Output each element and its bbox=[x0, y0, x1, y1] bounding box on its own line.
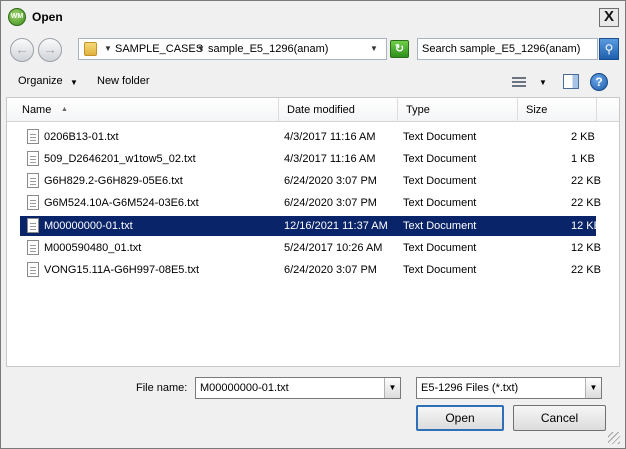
file-list[interactable]: Name ▲ Date modified Type Size 0206B13-0… bbox=[6, 97, 620, 367]
breadcrumb-sample-cases[interactable]: SAMPLE_CASES bbox=[115, 43, 203, 55]
organize-button[interactable]: Organize bbox=[18, 75, 63, 87]
text-file-icon bbox=[27, 262, 39, 277]
app-icon: WM bbox=[8, 8, 26, 26]
view-options-icon[interactable] bbox=[511, 75, 527, 89]
file-date: 6/24/2020 3:07 PM bbox=[284, 175, 377, 187]
file-size: 1 KB bbox=[571, 153, 595, 165]
text-file-icon bbox=[27, 151, 39, 166]
text-file-icon bbox=[27, 173, 39, 188]
text-file-icon bbox=[27, 195, 39, 210]
refresh-button[interactable]: ↻ bbox=[390, 40, 409, 58]
back-button[interactable]: ← bbox=[10, 38, 34, 62]
column-header-type[interactable]: Type bbox=[398, 98, 518, 122]
file-date: 6/24/2020 3:07 PM bbox=[284, 264, 377, 276]
chevron-down-icon[interactable]: ▼ bbox=[585, 378, 601, 398]
command-toolbar: Organize ▼ New folder ▼ ? bbox=[1, 67, 625, 97]
file-type-select[interactable]: E5-1296 Files (*.txt) ▼ bbox=[416, 377, 602, 399]
file-type: Text Document bbox=[403, 264, 477, 276]
cancel-button[interactable]: Cancel bbox=[513, 405, 606, 431]
open-dialog: WM Open X ← → ▼ SAMPLE_CASES ▼ sample_E5… bbox=[0, 0, 626, 449]
chevron-down-icon[interactable]: ▼ bbox=[384, 378, 400, 398]
file-type: Text Document bbox=[403, 153, 477, 165]
column-header-size[interactable]: Size bbox=[518, 98, 597, 122]
navigation-bar: ← → ▼ SAMPLE_CASES ▼ sample_E5_1296(anam… bbox=[1, 33, 625, 67]
file-date: 6/24/2020 3:07 PM bbox=[284, 197, 377, 209]
file-row[interactable]: G6M524.10A-G6M524-03E6.txt 6/24/2020 3:0… bbox=[20, 193, 601, 213]
file-row-selected[interactable]: M00000000-01.txt 12/16/2021 11:37 AM Tex… bbox=[20, 216, 601, 236]
file-size: 2 KB bbox=[571, 131, 595, 143]
file-type: Text Document bbox=[403, 197, 477, 209]
title-bar: WM Open X bbox=[1, 1, 625, 33]
file-date: 4/3/2017 11:16 AM bbox=[284, 131, 376, 143]
preview-pane-icon[interactable] bbox=[563, 74, 579, 89]
resize-grip-icon[interactable] bbox=[608, 432, 620, 444]
file-date: 4/3/2017 11:16 AM bbox=[284, 153, 376, 165]
column-header-label: Name bbox=[22, 104, 52, 116]
column-header-name[interactable]: Name ▲ bbox=[14, 98, 279, 122]
file-row[interactable]: 509_D2646201_w1tow5_02.txt 4/3/2017 11:1… bbox=[20, 149, 596, 169]
file-name: VONG15.11A-G6H997-08E5.txt bbox=[44, 264, 200, 276]
file-size: 12 KB bbox=[571, 220, 601, 232]
file-name: M000590480_01.txt bbox=[44, 242, 142, 254]
file-size: 22 KB bbox=[571, 264, 601, 276]
file-name-label: File name: bbox=[136, 382, 188, 394]
file-size: 22 KB bbox=[571, 197, 601, 209]
file-name-input[interactable]: M00000000-01.txt bbox=[200, 382, 289, 394]
list-header: Name ▲ Date modified Type Size bbox=[7, 98, 619, 122]
file-row[interactable]: VONG15.11A-G6H997-08E5.txt 6/24/2020 3:0… bbox=[20, 260, 601, 280]
file-type-value: E5-1296 Files (*.txt) bbox=[421, 382, 519, 394]
file-name: 509_D2646201_w1tow5_02.txt bbox=[44, 153, 196, 165]
column-header-date[interactable]: Date modified bbox=[279, 98, 398, 122]
file-name: G6H829.2-G6H829-05E6.txt bbox=[44, 175, 183, 187]
file-type: Text Document bbox=[403, 175, 477, 187]
new-folder-button[interactable]: New folder bbox=[97, 75, 150, 87]
file-date: 5/24/2017 10:26 AM bbox=[284, 242, 383, 254]
close-button[interactable]: X bbox=[599, 8, 619, 27]
breadcrumb-current-folder[interactable]: sample_E5_1296(anam) bbox=[208, 43, 328, 55]
sort-ascending-icon: ▲ bbox=[61, 106, 68, 113]
file-type: Text Document bbox=[403, 220, 477, 232]
breadcrumb-chevron-icon[interactable]: ▼ bbox=[197, 44, 205, 53]
file-name: G6M524.10A-G6M524-03E6.txt bbox=[44, 197, 199, 209]
file-name-combobox[interactable]: M00000000-01.txt ▼ bbox=[195, 377, 401, 399]
file-name: M00000000-01.txt bbox=[44, 220, 133, 232]
help-icon[interactable]: ? bbox=[590, 73, 608, 91]
text-file-icon bbox=[27, 240, 39, 255]
text-file-icon bbox=[27, 218, 39, 233]
organize-dropdown-icon[interactable]: ▼ bbox=[70, 78, 78, 87]
file-row[interactable]: G6H829.2-G6H829-05E6.txt 6/24/2020 3:07 … bbox=[20, 171, 601, 191]
file-name: 0206B13-01.txt bbox=[44, 131, 119, 143]
file-type: Text Document bbox=[403, 131, 477, 143]
text-file-icon bbox=[27, 129, 39, 144]
file-date: 12/16/2021 11:37 AM bbox=[284, 220, 388, 232]
address-bar[interactable]: ▼ SAMPLE_CASES ▼ sample_E5_1296(anam) ▼ bbox=[78, 38, 387, 60]
file-size: 12 KB bbox=[571, 242, 601, 254]
breadcrumb-chevron-icon[interactable]: ▼ bbox=[104, 44, 112, 53]
file-row[interactable]: M000590480_01.txt 5/24/2017 10:26 AM Tex… bbox=[20, 238, 601, 258]
file-row[interactable]: 0206B13-01.txt 4/3/2017 11:16 AM Text Do… bbox=[20, 127, 596, 147]
folder-icon bbox=[84, 42, 97, 56]
address-dropdown-icon[interactable]: ▼ bbox=[370, 44, 378, 53]
file-type: Text Document bbox=[403, 242, 477, 254]
open-button[interactable]: Open bbox=[416, 405, 504, 431]
view-dropdown-icon[interactable]: ▼ bbox=[539, 78, 547, 87]
file-size: 22 KB bbox=[571, 175, 601, 187]
search-icon[interactable]: ⚲ bbox=[599, 38, 619, 60]
forward-button[interactable]: → bbox=[38, 38, 62, 62]
window-title: Open bbox=[32, 10, 63, 24]
search-input[interactable]: Search sample_E5_1296(anam) bbox=[417, 38, 598, 60]
